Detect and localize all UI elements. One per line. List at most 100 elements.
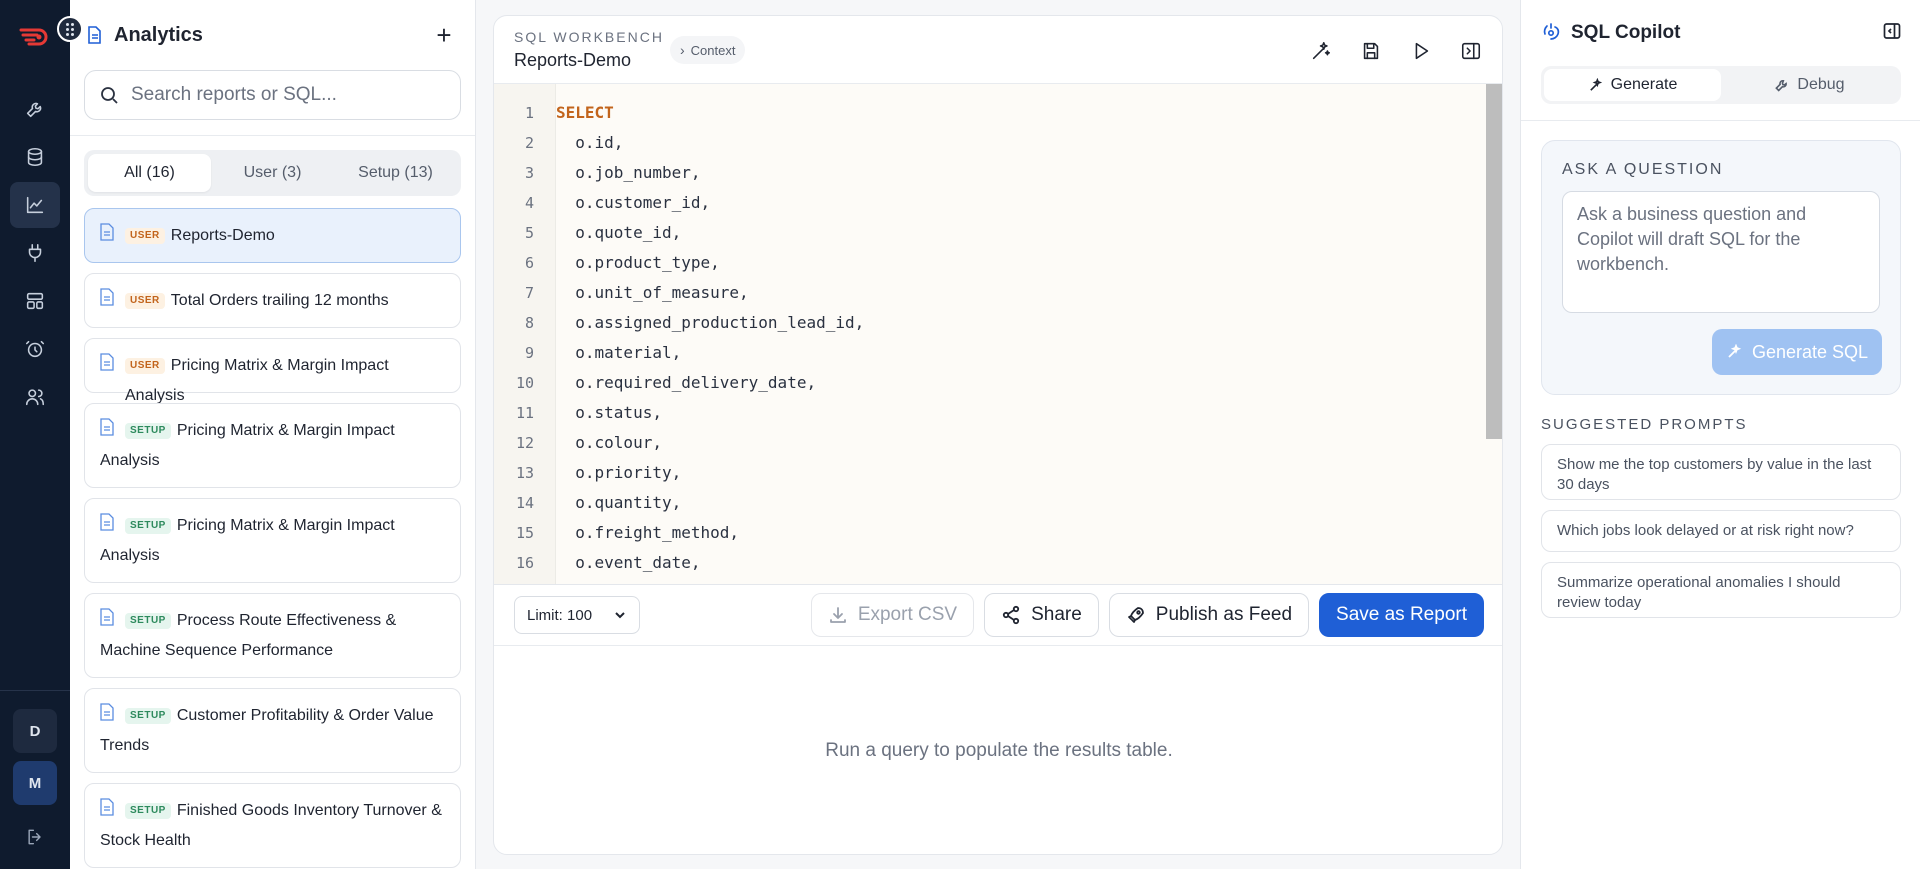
suggested-prompt[interactable]: Show me the top customers by value in th… <box>1541 444 1901 500</box>
code-text: o.customer_id, <box>556 193 711 212</box>
user-badge: USER <box>125 358 165 374</box>
report-item[interactable]: SETUP Customer Profitability & Order Valu… <box>84 688 461 773</box>
workbench-actions <box>1304 34 1488 68</box>
code-text: o.product_type, <box>556 253 720 272</box>
ask-question-label: ASK A QUESTION <box>1562 161 1724 178</box>
tab-user[interactable]: User (3) <box>211 154 334 192</box>
rail-users-button[interactable] <box>10 374 60 420</box>
rail-nav <box>10 86 60 422</box>
play-icon <box>1415 42 1429 60</box>
sidebar-title: Analytics <box>114 23 203 46</box>
rail-layout-button[interactable] <box>10 278 60 324</box>
collapse-panel-button[interactable] <box>1882 21 1902 46</box>
line-number: 15 <box>515 524 534 542</box>
rail-integrations-button[interactable] <box>10 230 60 276</box>
sql-workbench: SQL WORKBENCH Reports-Demo › Context 1 SE… <box>493 15 1503 855</box>
sparkle-icon <box>1728 344 1742 358</box>
plug-icon <box>28 243 42 263</box>
rail-alerts-button[interactable] <box>10 326 60 372</box>
report-title-line1: Pricing Matrix & Margin Impact <box>176 517 395 534</box>
suggested-prompts-label: SUGGESTED PROMPTS <box>1541 416 1748 433</box>
sidebar-drag-handle[interactable] <box>57 16 83 42</box>
report-title: Reports-Demo <box>170 227 275 244</box>
tab-setup[interactable]: Setup (13) <box>334 154 457 192</box>
report-item[interactable]: USER Reports-Demo <box>84 208 461 263</box>
line-number: 1 <box>524 104 534 122</box>
user-badge: USER <box>125 228 165 244</box>
panel-toggle-icon <box>1461 42 1481 60</box>
add-report-button[interactable]: + <box>429 20 459 50</box>
copilot-divider <box>1521 120 1920 121</box>
suggested-prompt[interactable]: Which jobs look delayed or at risk right… <box>1541 510 1901 552</box>
limit-select[interactable]: Limit: 100 <box>514 596 640 634</box>
logout-button[interactable] <box>13 819 57 855</box>
sidebar-divider <box>70 135 475 136</box>
report-item[interactable]: SETUP Finished Goods Inventory Turnover &… <box>84 783 461 868</box>
report-title-line2: Stock Health <box>100 832 191 849</box>
tab-all[interactable]: All (16) <box>88 154 211 192</box>
avatar-d[interactable]: D <box>13 709 57 753</box>
context-toggle[interactable]: › Context <box>670 36 746 64</box>
search-icon <box>101 87 118 104</box>
document-icon <box>100 418 114 436</box>
setup-badge: SETUP <box>125 613 171 629</box>
report-title: Total Orders trailing 12 months <box>170 292 389 309</box>
report-item[interactable]: SETUP Pricing Matrix & Margin Impact Anal… <box>84 498 461 583</box>
tab-generate[interactable]: Generate <box>1544 69 1721 101</box>
document-icon <box>100 798 114 816</box>
line-number: 11 <box>515 404 534 422</box>
tab-debug-label: Debug <box>1797 76 1845 93</box>
code-text: o.event_date, <box>556 553 701 572</box>
report-title-line1: Finished Goods Inventory Turnover & <box>176 802 442 819</box>
chevron-down-icon <box>615 612 625 619</box>
rail-tools-button[interactable] <box>10 86 60 132</box>
report-item[interactable]: USER Pricing Matrix & Margin Impact Analy… <box>84 338 461 404</box>
publish-feed-button[interactable]: Publish as Feed <box>1108 593 1310 637</box>
search-placeholder: Search reports or SQL... <box>131 84 337 105</box>
avatar-m[interactable]: M <box>13 761 57 805</box>
save-query-button[interactable] <box>1354 34 1388 68</box>
editor-scrollbar[interactable] <box>1486 84 1502 439</box>
generate-sql-button[interactable]: Generate SQL <box>1712 329 1882 375</box>
line-number: 16 <box>515 554 534 572</box>
tab-debug[interactable]: Debug <box>1721 69 1898 101</box>
code-text: o.required_delivery_date, <box>556 373 817 392</box>
download-icon <box>829 607 846 623</box>
logout-icon <box>28 829 41 845</box>
brand-logo-icon[interactable] <box>17 22 53 50</box>
suggested-prompt[interactable]: Summarize operational anomalies I should… <box>1541 562 1901 618</box>
report-item[interactable]: SETUP Process Route Effectiveness & Machi… <box>84 593 461 678</box>
question-textarea[interactable]: Ask a business question and Copilot will… <box>1562 191 1880 313</box>
line-number: 13 <box>515 464 534 482</box>
copilot-title: SQL Copilot <box>1571 22 1681 43</box>
workbench-header: SQL WORKBENCH Reports-Demo › Context <box>494 16 1502 84</box>
rail-data-button[interactable] <box>10 134 60 180</box>
context-label: Context <box>690 42 736 58</box>
report-title-line2: Analysis <box>100 452 160 469</box>
rail-analytics-button[interactable] <box>10 182 60 228</box>
toggle-panel-button[interactable] <box>1454 34 1488 68</box>
line-number: 7 <box>524 284 534 302</box>
setup-badge: SETUP <box>125 423 171 439</box>
report-item[interactable]: SETUP Pricing Matrix & Margin Impact Anal… <box>84 403 461 488</box>
code-text: o.priority, <box>556 463 682 482</box>
save-as-report-button[interactable]: Save as Report <box>1319 593 1484 637</box>
code-text: o.id, <box>556 133 624 152</box>
report-title-line2: Machine Sequence Performance <box>100 642 334 659</box>
code-text: o.quote_id, <box>556 223 682 242</box>
code-text: o.assigned_production_lead_id, <box>556 313 865 332</box>
report-item[interactable]: USER Total Orders trailing 12 months <box>84 273 461 328</box>
sql-editor[interactable]: 1 SELECT 2 o.id, 3 o.job_number, 4 o.custome… <box>494 84 1502 584</box>
code-text: o.freight_method, <box>556 523 740 542</box>
line-number: 2 <box>524 134 534 152</box>
line-number: 14 <box>515 494 534 512</box>
search-input[interactable]: Search reports or SQL... <box>84 70 461 120</box>
report-title-line1: Process Route Effectiveness & <box>176 612 397 629</box>
run-query-button[interactable] <box>1404 34 1438 68</box>
ai-assist-button[interactable] <box>1304 34 1338 68</box>
sparkle-wand-icon <box>1312 41 1331 60</box>
share-button[interactable]: Share <box>984 593 1099 637</box>
report-title-line1: Pricing Matrix & Margin Impact <box>176 422 395 439</box>
export-csv-button[interactable]: Export CSV <box>810 593 975 637</box>
publish-feed-label: Publish as Feed <box>1155 604 1293 625</box>
